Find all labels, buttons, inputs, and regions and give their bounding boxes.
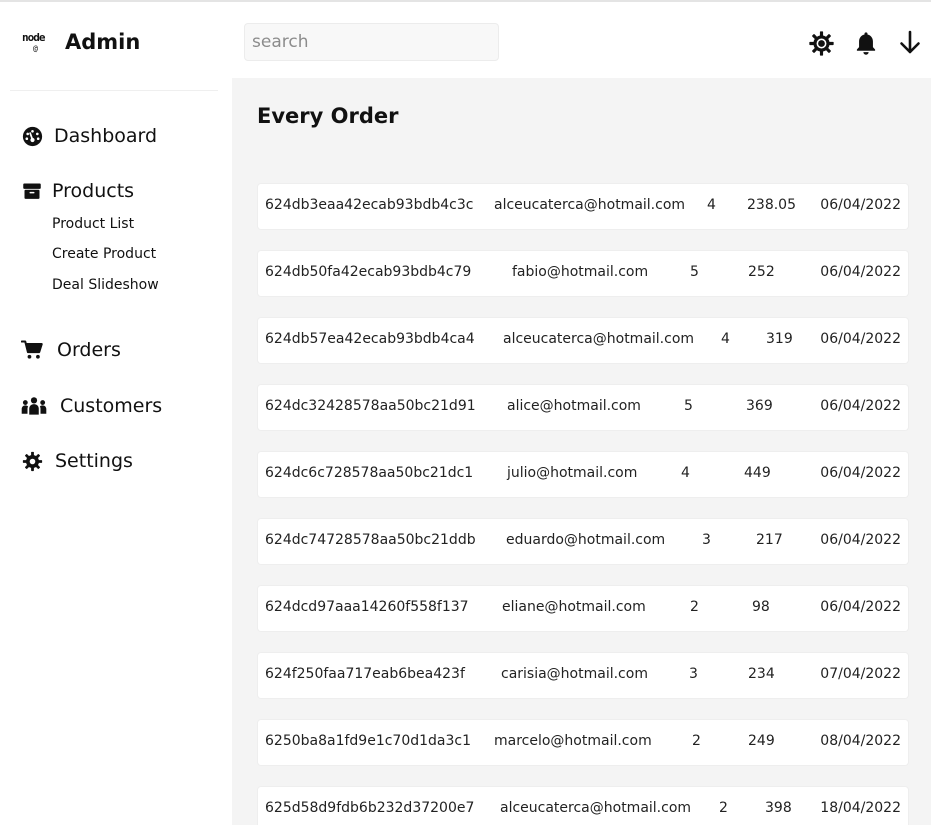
sidebar-item-label: Settings bbox=[55, 450, 133, 472]
users-icon bbox=[21, 395, 47, 417]
sidebar-subitem-create-product[interactable]: Create Product bbox=[52, 244, 156, 264]
order-date: 18/04/2022 bbox=[820, 800, 901, 816]
order-row[interactable]: 624db3eaa42ecab93bdb4c3c alceucaterca@ho… bbox=[258, 184, 908, 229]
order-row[interactable]: 624f250faa717eab6bea423f carisia@hotmail… bbox=[258, 653, 908, 698]
order-total: 249 bbox=[748, 733, 775, 749]
order-row[interactable]: 624dc74728578aa50bc21ddb eduardo@hotmail… bbox=[258, 519, 908, 564]
order-quantity: 2 bbox=[690, 599, 699, 615]
order-id: 624dcd97aaa14260f558f137 bbox=[265, 599, 469, 615]
sidebar-subitem-deal-slideshow[interactable]: Deal Slideshow bbox=[52, 275, 159, 295]
sidebar-divider bbox=[10, 90, 218, 91]
brand[interactable]: node @ Admin bbox=[22, 26, 140, 58]
main-content: Every Order 624db3eaa42ecab93bdb4c3c alc… bbox=[232, 78, 931, 825]
sidebar-subitem-product-list[interactable]: Product List bbox=[52, 214, 134, 234]
admin-page: node @ Admin search Dashboard Products P… bbox=[0, 0, 931, 825]
order-row[interactable]: 624dc6c728578aa50bc21dc1 julio@hotmail.c… bbox=[258, 452, 908, 497]
order-total: 319 bbox=[766, 331, 793, 347]
order-row[interactable]: 624db57ea42ecab93bdb4ca4 alceucaterca@ho… bbox=[258, 318, 908, 363]
order-id: 624db50fa42ecab93bdb4c79 bbox=[265, 264, 472, 280]
order-email: eliane@hotmail.com bbox=[502, 599, 646, 615]
order-quantity: 4 bbox=[681, 465, 690, 481]
order-email: fabio@hotmail.com bbox=[512, 264, 649, 280]
gear-icon bbox=[21, 450, 43, 472]
order-date: 07/04/2022 bbox=[820, 666, 901, 682]
order-date: 06/04/2022 bbox=[820, 264, 901, 280]
order-total: 398 bbox=[765, 800, 792, 816]
order-quantity: 2 bbox=[719, 800, 728, 816]
order-date: 06/04/2022 bbox=[820, 465, 901, 481]
sidebar-item-label: Customers bbox=[60, 395, 163, 417]
sidebar-item-label: Orders bbox=[57, 339, 121, 361]
order-row[interactable]: 625d58d9fdb6b232d37200e7 alceucaterca@ho… bbox=[258, 787, 908, 825]
arrow-down-icon[interactable] bbox=[896, 30, 923, 57]
box-icon bbox=[21, 180, 43, 202]
order-quantity: 4 bbox=[707, 197, 716, 213]
order-quantity: 3 bbox=[702, 532, 711, 548]
order-total: 449 bbox=[744, 465, 771, 481]
order-email: alceucaterca@hotmail.com bbox=[500, 800, 692, 816]
sidebar: Dashboard Products Product List Create P… bbox=[0, 78, 232, 825]
order-total: 217 bbox=[756, 532, 783, 548]
top-header: node @ Admin bbox=[0, 2, 931, 78]
order-id: 624dc74728578aa50bc21ddb bbox=[265, 532, 476, 548]
order-total: 252 bbox=[748, 264, 775, 280]
order-row[interactable]: 624dc32428578aa50bc21d91 alice@hotmail.c… bbox=[258, 385, 908, 430]
order-email: alceucaterca@hotmail.com bbox=[503, 331, 695, 347]
bell-icon[interactable] bbox=[852, 30, 879, 57]
sidebar-item-orders[interactable]: Orders bbox=[21, 336, 121, 364]
order-email: julio@hotmail.com bbox=[507, 465, 638, 481]
order-id: 624dc32428578aa50bc21d91 bbox=[265, 398, 476, 414]
order-row[interactable]: 624dcd97aaa14260f558f137 eliane@hotmail.… bbox=[258, 586, 908, 631]
order-email: marcelo@hotmail.com bbox=[494, 733, 652, 749]
sidebar-item-products[interactable]: Products bbox=[21, 177, 134, 205]
app-title: Admin bbox=[65, 30, 141, 54]
header-actions bbox=[808, 28, 923, 58]
search-input[interactable] bbox=[244, 23, 499, 61]
dashboard-gauge-icon bbox=[21, 125, 43, 147]
node-logo: node @ bbox=[22, 32, 52, 53]
order-date: 06/04/2022 bbox=[820, 398, 901, 414]
order-email: carisia@hotmail.com bbox=[501, 666, 648, 682]
order-email: eduardo@hotmail.com bbox=[506, 532, 666, 548]
order-quantity: 4 bbox=[721, 331, 730, 347]
sidebar-item-label: Dashboard bbox=[54, 125, 158, 147]
order-date: 06/04/2022 bbox=[820, 599, 901, 615]
order-date: 06/04/2022 bbox=[820, 331, 901, 347]
order-date: 06/04/2022 bbox=[820, 532, 901, 548]
order-date: 08/04/2022 bbox=[820, 733, 901, 749]
order-row[interactable]: 624db50fa42ecab93bdb4c79 fabio@hotmail.c… bbox=[258, 251, 908, 296]
sidebar-item-settings[interactable]: Settings bbox=[21, 447, 133, 475]
order-quantity: 5 bbox=[684, 398, 693, 414]
order-id: 624dc6c728578aa50bc21dc1 bbox=[265, 465, 474, 481]
order-id: 624db57ea42ecab93bdb4ca4 bbox=[265, 331, 475, 347]
order-quantity: 3 bbox=[689, 666, 698, 682]
sidebar-item-dashboard[interactable]: Dashboard bbox=[21, 122, 157, 150]
order-list: 624db3eaa42ecab93bdb4c3c alceucaterca@ho… bbox=[258, 184, 908, 825]
sidebar-item-customers[interactable]: Customers bbox=[21, 392, 162, 420]
order-email: alceucaterca@hotmail.com bbox=[494, 197, 686, 213]
order-email: alice@hotmail.com bbox=[507, 398, 641, 414]
order-total: 98 bbox=[752, 599, 770, 615]
order-quantity: 2 bbox=[692, 733, 701, 749]
cart-icon bbox=[21, 339, 43, 361]
order-total: 234 bbox=[748, 666, 775, 682]
order-total: 238.05 bbox=[747, 197, 796, 213]
sidebar-item-label: Products bbox=[52, 180, 135, 202]
order-id: 6250ba8a1fd9e1c70d1da3c1 bbox=[265, 733, 472, 749]
order-quantity: 5 bbox=[690, 264, 699, 280]
order-total: 369 bbox=[746, 398, 773, 414]
settings-gear-icon[interactable] bbox=[808, 30, 835, 57]
order-id: 625d58d9fdb6b232d37200e7 bbox=[265, 800, 475, 816]
order-row[interactable]: 6250ba8a1fd9e1c70d1da3c1 marcelo@hotmail… bbox=[258, 720, 908, 765]
node-logo-mark: @ bbox=[33, 44, 38, 53]
order-id: 624f250faa717eab6bea423f bbox=[265, 666, 465, 682]
page-title: Every Order bbox=[257, 104, 399, 128]
order-id: 624db3eaa42ecab93bdb4c3c bbox=[265, 197, 474, 213]
order-date: 06/04/2022 bbox=[820, 197, 901, 213]
